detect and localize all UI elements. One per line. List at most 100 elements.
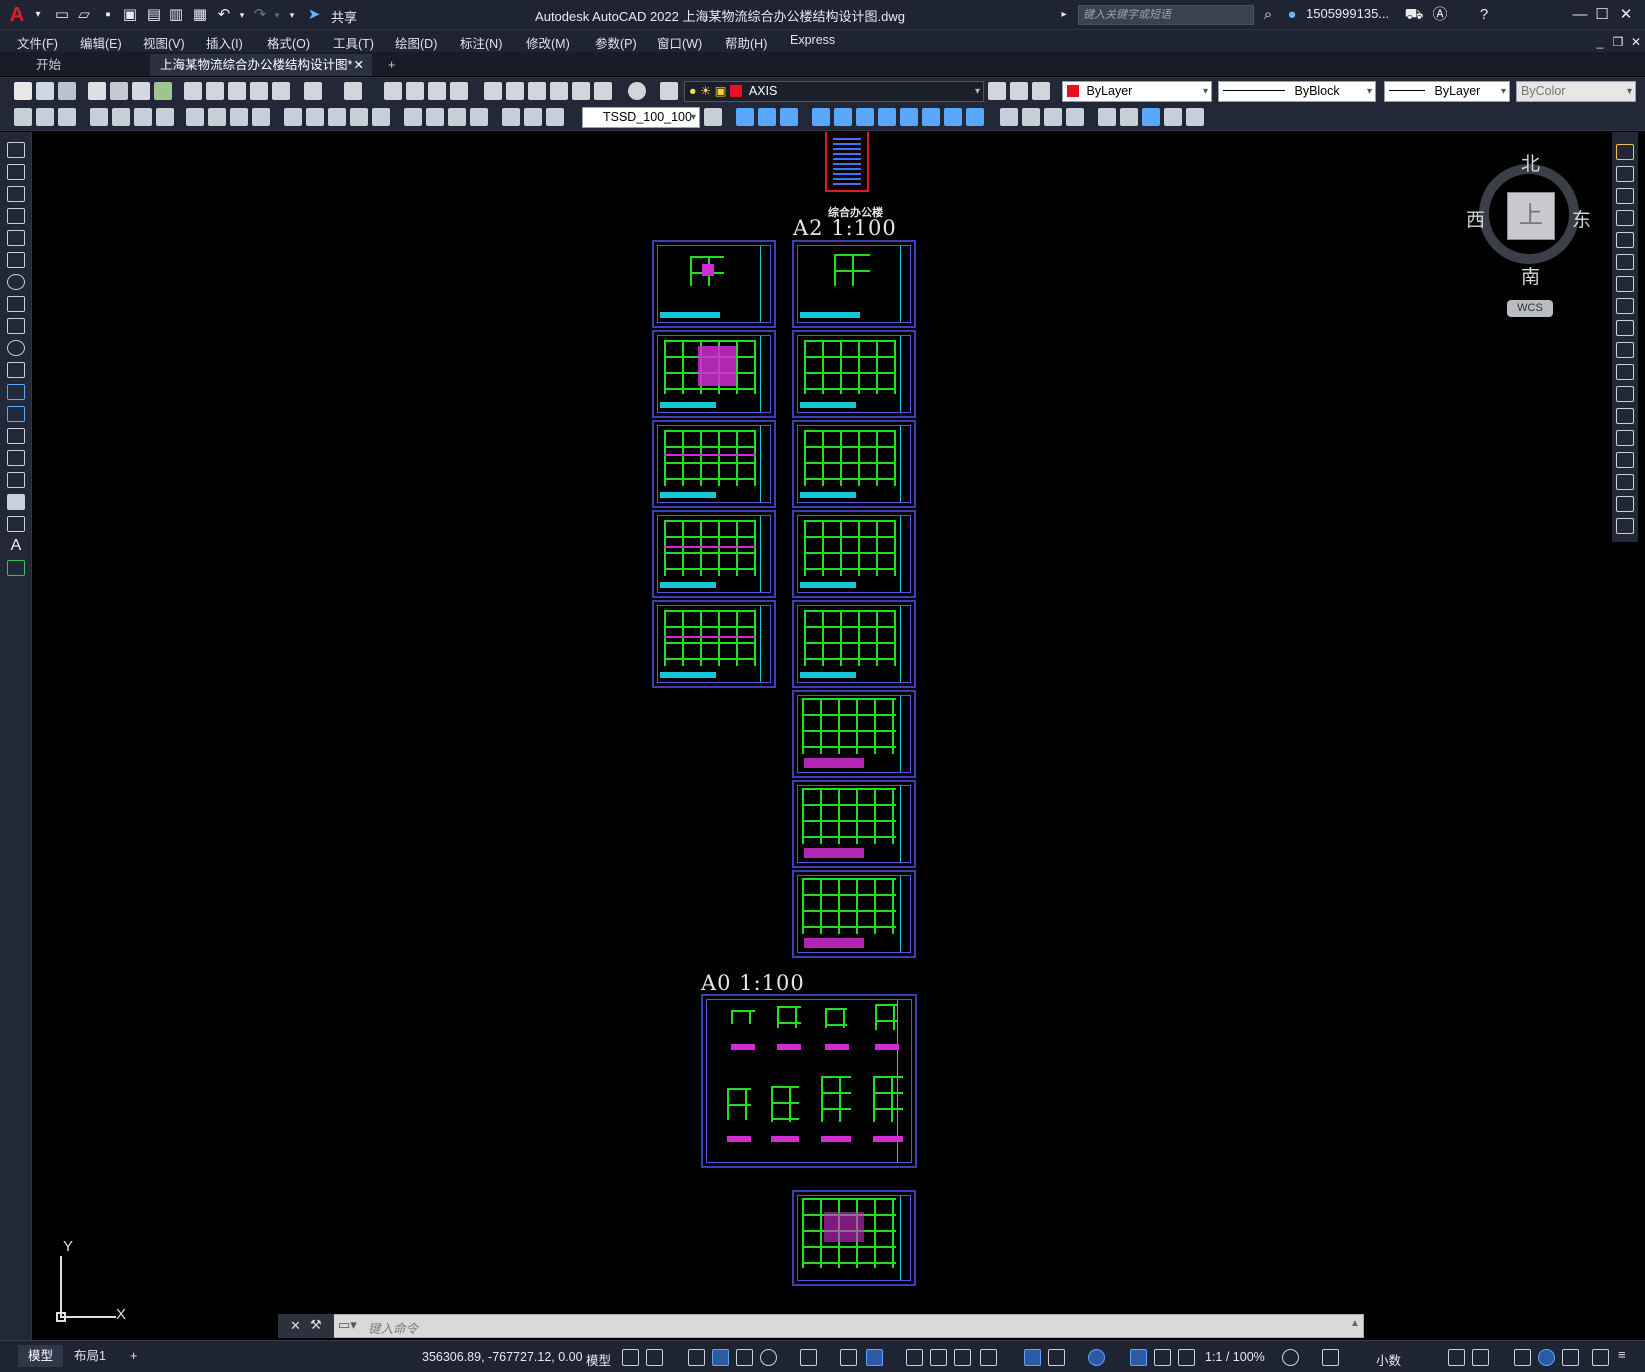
tab-start[interactable]: 开始 [26,54,146,76]
search-expand-icon[interactable]: ▸ [1054,5,1074,25]
open-file-icon[interactable]: ▱ [74,5,94,25]
region-icon[interactable] [7,494,25,510]
walk-icon[interactable] [1186,108,1204,126]
dim-text-edit-icon[interactable] [524,108,542,126]
ellipse-arc-icon[interactable] [7,362,25,378]
command-history-icon[interactable]: ▲ [1350,1318,1360,1329]
make-block-icon[interactable] [7,406,25,422]
auto-scale-icon[interactable] [1154,1349,1171,1366]
gradient-icon[interactable] [7,472,25,488]
ucs-object-icon[interactable] [834,108,852,126]
minimize-icon[interactable]: — [1570,5,1590,25]
aligned-dim-icon[interactable] [112,108,130,126]
undo-icon[interactable] [304,82,322,100]
multiline-text-icon[interactable]: A [7,538,25,554]
layer-states-icon[interactable] [1032,82,1050,100]
customize-qat-icon[interactable]: ▾ [282,5,302,25]
menu-modify[interactable]: 修改(M) [526,33,570,52]
hardware-acceleration-icon[interactable] [1538,1349,1555,1366]
tolerance-icon[interactable] [404,108,422,126]
user-icon[interactable]: ● [1282,5,1302,25]
plot-icon[interactable] [88,82,106,100]
color-combo[interactable]: ByLayer ▾ [1062,81,1212,102]
drawing-sheet[interactable] [792,600,916,688]
point-icon[interactable] [7,428,25,444]
purge-icon[interactable] [36,108,54,126]
object-snap-icon[interactable] [866,1349,883,1366]
cut-icon[interactable] [184,82,202,100]
selection-cycling-icon[interactable] [954,1349,971,1366]
drawing-sheet[interactable] [792,330,916,418]
blend-curves-icon[interactable] [1616,496,1634,512]
compass-north[interactable]: 北 [1521,149,1540,176]
jogged-linear-icon[interactable] [470,108,488,126]
ucs-icon[interactable] [736,108,754,126]
match-properties-icon[interactable] [250,82,268,100]
menu-tools[interactable]: 工具(T) [333,33,374,52]
arc-length-icon[interactable] [134,108,152,126]
inspection-icon[interactable] [448,108,466,126]
dim-break-icon[interactable] [372,108,390,126]
fillet-icon[interactable] [1616,474,1634,490]
angular-dim-icon[interactable] [252,108,270,126]
circle-icon[interactable] [7,274,25,290]
doc-close-icon[interactable]: ✕ [1626,32,1645,52]
zoom-window-icon[interactable] [428,82,446,100]
menu-draw[interactable]: 绘图(D) [395,33,437,52]
3d-dwf-icon[interactable] [154,82,172,100]
command-line[interactable] [278,1314,1364,1338]
ucs-world-icon[interactable] [758,108,776,126]
customization-menu-icon[interactable]: ≡ [1618,1347,1632,1364]
customize-icon[interactable]: ⚒ [310,1317,322,1333]
ucs-zaxis-icon[interactable] [900,108,918,126]
web-save-icon[interactable]: ▥ [166,5,186,25]
dynamic-input-icon[interactable] [712,1349,729,1366]
markup-icon[interactable] [572,82,590,100]
menu-express[interactable]: Express [790,33,835,47]
ellipse-icon[interactable] [7,340,25,356]
camera-icon[interactable] [1164,108,1182,126]
lineweight-combo[interactable]: ByLayer ▾ [1384,81,1510,102]
search-input[interactable]: 键入关键字或短语 [1078,5,1254,25]
scale-icon[interactable] [1616,298,1634,314]
menu-format[interactable]: 格式(O) [267,33,310,52]
qselect-icon[interactable] [14,108,32,126]
ucs-y-icon[interactable] [966,108,984,126]
menu-help[interactable]: 帮助(H) [725,33,767,52]
help-icon[interactable]: ? [1474,5,1494,25]
erase-icon[interactable] [1616,144,1634,160]
drawing-sheet[interactable] [792,510,916,598]
viewcube[interactable]: 上 北 南 东 西 [1465,149,1595,288]
center-mark-icon[interactable] [426,108,444,126]
trim-icon[interactable] [1616,342,1634,358]
new-tab-button[interactable]: + [378,54,405,76]
open-icon[interactable] [36,82,54,100]
quick-dim-icon[interactable] [284,108,302,126]
help-icon[interactable] [628,82,646,100]
dim-update-icon[interactable] [546,108,564,126]
redo-icon[interactable] [344,82,362,100]
drawing-sheet[interactable] [652,330,776,418]
table-icon[interactable] [7,516,25,532]
doc-minimize-icon[interactable]: _ [1590,32,1610,52]
drawing-sheet[interactable] [652,510,776,598]
annotation-scale-icon[interactable] [1178,1349,1195,1366]
visual-styles-icon[interactable] [1022,108,1040,126]
drawing-viewport[interactable]: 综合办公楼 A2 1:100 A0 1:100 [33,132,1611,1340]
ucs-face-icon[interactable] [812,108,830,126]
zoom-previous-icon[interactable] [450,82,468,100]
materials-icon[interactable] [1066,108,1084,126]
drawing-sheet[interactable] [792,690,916,778]
cover-sheet[interactable] [825,132,869,192]
autodesk-account-icon[interactable]: Ⓐ [1430,5,1450,25]
gizmo-icon[interactable] [1088,1349,1105,1366]
drawing-sheet[interactable] [792,1190,916,1286]
plotstyle-combo[interactable]: ByColor ▾ [1516,81,1636,102]
qnew-icon[interactable] [14,82,32,100]
drawing-sheet[interactable] [652,600,776,688]
dynamic-ucs-icon[interactable] [1024,1349,1041,1366]
hatch-icon[interactable] [7,450,25,466]
compass-south[interactable]: 南 [1521,262,1540,289]
insert-block-icon[interactable] [7,384,25,400]
break-icon[interactable] [1616,408,1634,424]
